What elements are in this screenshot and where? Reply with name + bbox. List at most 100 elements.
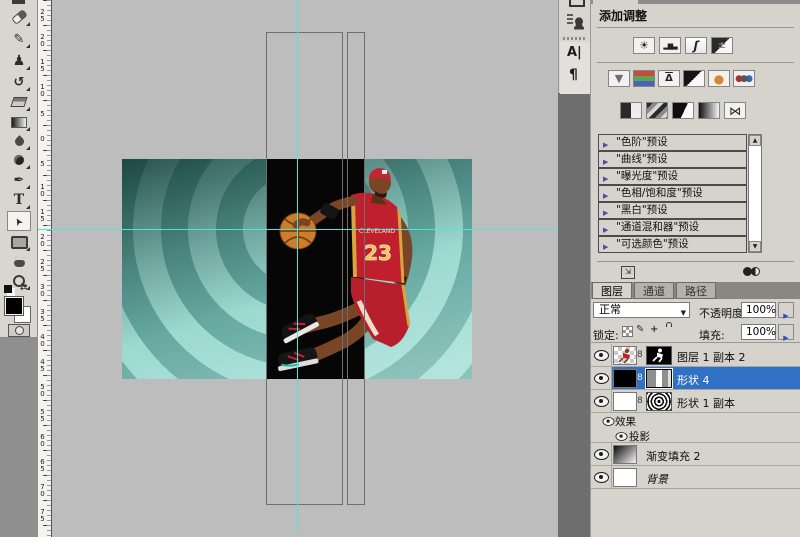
pen-tool[interactable] xyxy=(7,170,31,190)
foreground-color-swatch[interactable] xyxy=(5,297,23,315)
blur-tool[interactable] xyxy=(7,131,31,151)
spot-healing-brush-tool[interactable] xyxy=(7,7,31,27)
scroll-up-icon[interactable]: ▲ xyxy=(749,135,761,146)
ruler-label: 0 xyxy=(39,136,46,143)
vertical-ruler[interactable]: 25 20 15 10 5 0 5 10 15 20 25 30 35 40 4… xyxy=(38,0,52,537)
photo-filter-icon[interactable] xyxy=(708,70,730,87)
eye-icon[interactable] xyxy=(616,432,628,441)
shape-tool[interactable] xyxy=(7,232,31,252)
layer-thumbnail[interactable] xyxy=(613,346,637,365)
adjustments-tab-partial[interactable] xyxy=(593,0,638,4)
eye-icon[interactable] xyxy=(603,417,615,426)
threshold-icon[interactable] xyxy=(672,102,694,119)
lock-position-icon[interactable]: + xyxy=(650,324,658,335)
opacity-spinner-icon[interactable] xyxy=(778,302,794,318)
effects-label: 效果 xyxy=(615,414,636,429)
vector-mask-thumbnail[interactable] xyxy=(646,392,672,411)
visibility-cell[interactable] xyxy=(591,367,612,389)
visibility-cell[interactable] xyxy=(591,344,612,366)
channel-mixer-icon[interactable] xyxy=(733,70,755,87)
preset-item[interactable]: "黑白"预设 xyxy=(598,202,747,219)
visibility-cell[interactable] xyxy=(591,466,612,488)
gradient-tool[interactable] xyxy=(7,112,31,132)
burn-tool[interactable] xyxy=(7,150,31,170)
preset-item[interactable]: "色阶"预设 xyxy=(598,134,747,151)
lock-image-icon[interactable]: ✎ xyxy=(636,324,644,335)
fill-value[interactable]: 100% xyxy=(741,324,776,340)
brush-tool[interactable] xyxy=(7,29,31,49)
history-brush-tool[interactable] xyxy=(7,72,31,92)
fill-spinner-icon[interactable] xyxy=(778,324,794,340)
preset-scrollbar[interactable]: ▲ ▼ xyxy=(748,134,762,253)
color-balance-icon[interactable] xyxy=(658,70,680,87)
paragraph-panel-icon[interactable]: ¶ xyxy=(569,67,578,83)
blend-mode-select[interactable]: 正常 xyxy=(593,302,690,318)
eye-icon[interactable] xyxy=(594,350,609,361)
hand-tool[interactable] xyxy=(7,252,31,272)
type-tool[interactable] xyxy=(7,190,31,210)
invert-icon[interactable] xyxy=(620,102,642,119)
opacity-value[interactable]: 100% xyxy=(741,302,776,318)
preset-item[interactable]: "曝光度"预设 xyxy=(598,168,747,185)
layer-thumbnail[interactable] xyxy=(613,369,637,388)
gradient-map-icon[interactable] xyxy=(698,102,720,119)
tab-channels[interactable]: 通道 xyxy=(634,282,674,299)
healing-brush-icon xyxy=(11,9,28,25)
clone-stamp-tool[interactable] xyxy=(7,51,31,71)
ruler-label: 35 xyxy=(39,309,46,322)
scroll-down-icon[interactable]: ▼ xyxy=(749,241,761,252)
layer-thumbnail[interactable] xyxy=(613,468,637,487)
preset-item[interactable]: "色相/饱和度"预设 xyxy=(598,185,747,202)
default-colors-icon[interactable] xyxy=(4,285,12,293)
character-panel-icon[interactable]: A| xyxy=(567,45,582,60)
preset-item[interactable]: "可选颜色"预设 xyxy=(598,236,747,253)
eye-icon[interactable] xyxy=(594,373,609,384)
shape-path-outline-narrow[interactable] xyxy=(347,32,365,505)
tab-paths[interactable]: 路径 xyxy=(676,282,716,299)
vibrance-icon[interactable] xyxy=(608,70,630,87)
preset-item[interactable]: "曲线"预设 xyxy=(598,151,747,168)
levels-icon[interactable] xyxy=(659,37,681,54)
switch-panel-view-icon[interactable] xyxy=(743,267,763,277)
exposure-icon[interactable] xyxy=(711,37,733,54)
lock-transparency-icon[interactable] xyxy=(622,326,633,337)
vertical-guide[interactable] xyxy=(297,0,298,531)
selective-color-icon[interactable] xyxy=(724,102,746,119)
posterize-icon[interactable] xyxy=(646,102,668,119)
horizontal-guide[interactable] xyxy=(38,229,558,230)
path-selection-tool[interactable] xyxy=(7,211,31,231)
tab-layers[interactable]: 图层 xyxy=(592,282,632,299)
half-circle-icon xyxy=(751,267,760,276)
layer-row-gradient-fill2[interactable]: 渐变填充 2 xyxy=(591,443,800,466)
layer-row-layer1-copy2[interactable]: 图层 1 副本 2 xyxy=(591,344,800,367)
layer-row-shape1-copy[interactable]: 形状 1 副本 xyxy=(591,390,800,413)
vector-mask-thumbnail[interactable] xyxy=(646,369,672,388)
quick-mask-button[interactable] xyxy=(8,324,30,337)
rectangle-shape-icon xyxy=(11,236,28,249)
layer-row-background[interactable]: 背景 xyxy=(591,466,800,489)
ruler-label: 25 xyxy=(39,259,46,272)
mask-silhouette xyxy=(647,347,671,364)
eye-icon[interactable] xyxy=(594,449,609,460)
expand-panel-icon[interactable]: ⇲ xyxy=(621,266,635,279)
clone-source-panel-icon[interactable] xyxy=(566,12,584,30)
hue-saturation-icon[interactable] xyxy=(633,70,655,87)
layer-row-shape4-selected[interactable]: 形状 4 xyxy=(591,367,800,390)
eye-icon[interactable] xyxy=(594,396,609,407)
eye-icon[interactable] xyxy=(594,472,609,483)
black-white-icon[interactable] xyxy=(683,70,705,87)
eraser-tool[interactable] xyxy=(7,92,31,112)
swap-colors-icon[interactable]: ⇄ xyxy=(20,283,28,293)
visibility-cell[interactable] xyxy=(591,443,612,465)
curves-icon[interactable] xyxy=(685,37,707,54)
effects-row[interactable]: 效果 xyxy=(591,413,800,428)
brightness-contrast-icon[interactable] xyxy=(633,37,655,54)
drop-shadow-row[interactable]: 投影 xyxy=(591,428,800,443)
layer-mask-thumbnail[interactable] xyxy=(646,346,672,365)
visibility-cell[interactable] xyxy=(591,390,612,412)
preset-item[interactable]: "通道混和器"预设 xyxy=(598,219,747,236)
dock-grip-dots[interactable] xyxy=(563,37,587,40)
layer-thumbnail[interactable] xyxy=(613,445,637,464)
shape-path-outline-wide[interactable] xyxy=(266,32,343,505)
layer-thumbnail[interactable] xyxy=(613,392,637,411)
